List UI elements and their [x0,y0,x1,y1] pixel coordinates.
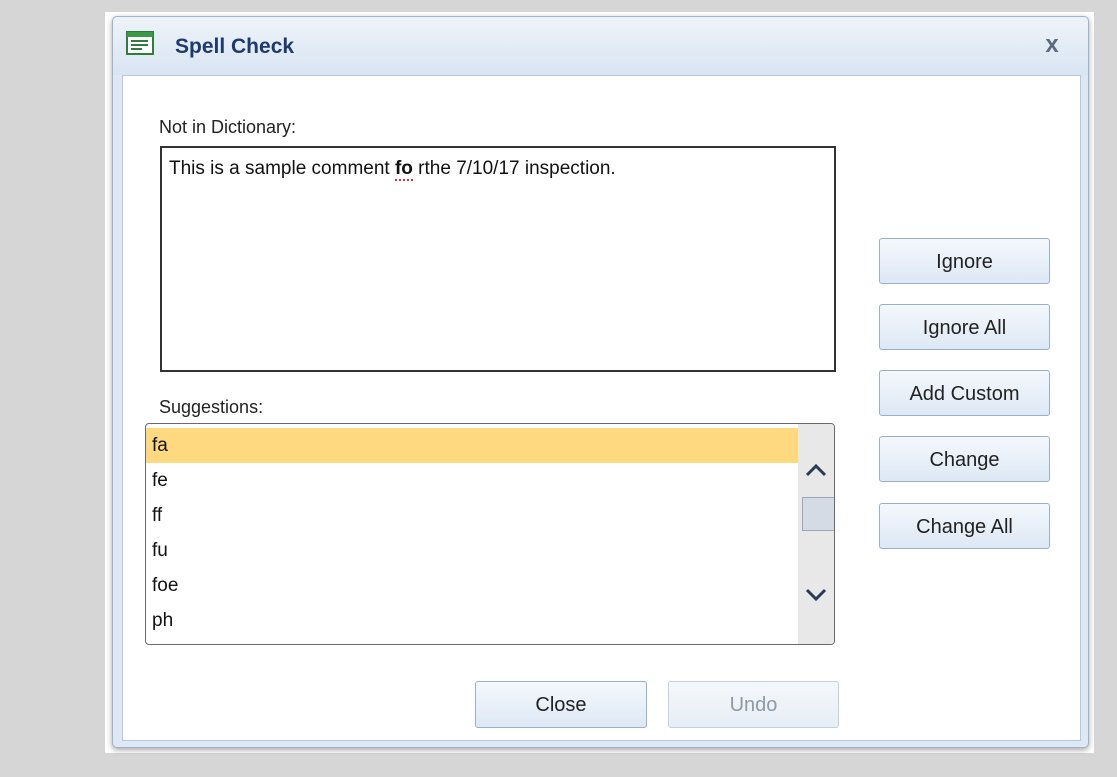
backdrop [0,753,1117,777]
scroll-thumb[interactable] [802,497,834,531]
close-button[interactable]: Close [475,681,647,728]
suggestion-item[interactable]: ph [146,603,798,638]
suggestions-items: fa fe ff fu foe ph [146,428,798,638]
not-in-dictionary-textbox[interactable]: This is a sample comment fo rthe 7/10/17… [160,146,836,372]
close-icon[interactable]: x [1037,30,1067,60]
suggestion-item[interactable]: fe [146,463,798,498]
not-in-dictionary-label: Not in Dictionary: [159,117,297,137]
suggestion-item[interactable]: foe [146,568,798,603]
suggestion-item[interactable]: fa [146,428,798,463]
add-custom-button[interactable]: Add Custom [879,370,1050,416]
change-button[interactable]: Change [879,436,1050,482]
change-all-button[interactable]: Change All [879,503,1050,549]
ignore-all-button[interactable]: Ignore All [879,304,1050,350]
dialog-body: Not in Dictionary: This is a sample comm… [122,75,1081,741]
sentence-text-after: rthe 7/10/17 inspection. [412,158,616,179]
sentence-text-before: This is a sample comment [169,158,395,179]
dialog-title: Spell Check [175,35,295,58]
spell-check-dialog: Spell Check x Not in Dictionary: This is… [112,16,1089,748]
misspelled-word: fo [394,158,413,181]
document-icon [126,31,154,55]
backdrop [0,0,105,777]
suggestions-list[interactable]: fa fe ff fu foe ph [145,423,835,645]
suggestion-item[interactable]: ff [146,498,798,533]
chevron-down-icon[interactable] [798,580,834,610]
suggestion-item[interactable]: fu [146,533,798,568]
undo-button[interactable]: Undo [668,681,839,728]
suggestions-label: Suggestions: [159,397,264,417]
title-bar[interactable]: Spell Check x [113,17,1088,75]
suggestions-scrollbar[interactable] [798,424,834,644]
backdrop [0,0,1117,12]
backdrop [1094,0,1117,777]
ignore-button[interactable]: Ignore [879,238,1050,284]
chevron-up-icon[interactable] [798,455,834,485]
